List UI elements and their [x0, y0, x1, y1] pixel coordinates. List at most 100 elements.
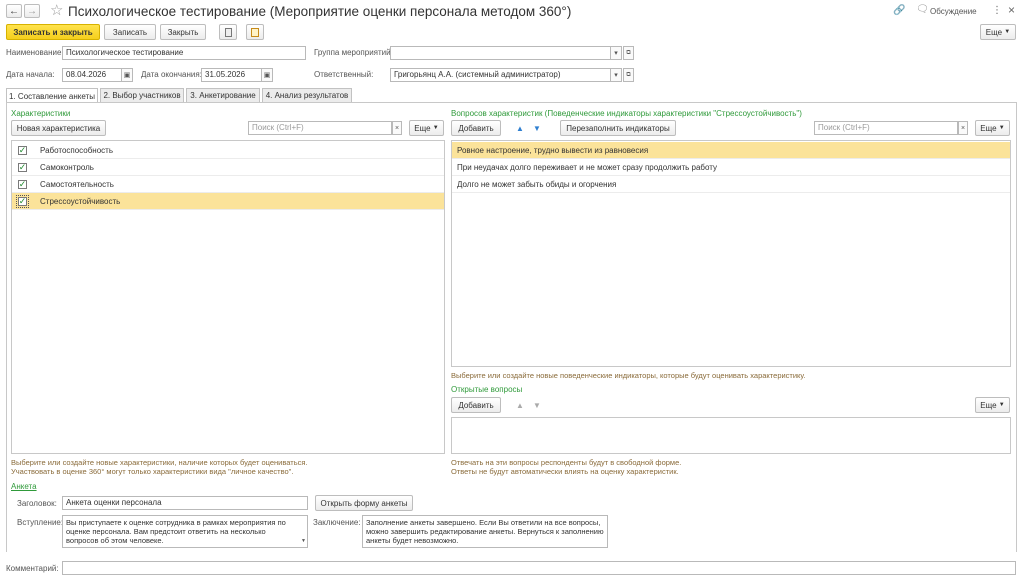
comment-label: Комментарий:	[6, 564, 59, 573]
calendar-icon: ▣	[263, 72, 271, 79]
close-window-icon[interactable]: ×	[1008, 3, 1015, 17]
chevron-down-icon: ▾	[614, 72, 618, 79]
chevron-down-icon: ▼	[432, 125, 439, 131]
list-item[interactable]: ✓ Стрессоустойчивость	[12, 193, 444, 210]
responsible-open-button[interactable]: ⧉	[623, 68, 634, 82]
end-date-field[interactable]: 31.05.2026	[201, 68, 262, 82]
checkmark-icon: ✓	[18, 178, 27, 189]
print-button[interactable]	[246, 24, 264, 40]
move-down-icon[interactable]: ▼	[531, 399, 543, 411]
indicators-list: Ровное настроение, трудно вывести из рав…	[451, 140, 1011, 367]
indicators-search-clear-button[interactable]: ×	[958, 121, 968, 135]
move-down-icon[interactable]: ▼	[531, 122, 543, 134]
group-field[interactable]	[390, 46, 611, 60]
arrow-right-icon: →	[27, 5, 37, 17]
list-item[interactable]: ✓ Самостоятельность	[12, 176, 444, 193]
document-icon	[224, 27, 232, 37]
survey-header-label: Заголовок:	[17, 499, 57, 508]
characteristics-search-input[interactable]: Поиск (Ctrl+F)	[248, 121, 392, 135]
close-button[interactable]: Закрыть	[160, 24, 206, 40]
chevron-down-icon: ▼	[1004, 29, 1011, 35]
indicators-search-input[interactable]: Поиск (Ctrl+F)	[814, 121, 958, 135]
survey-conclusion-label: Заключение:	[313, 518, 361, 527]
list-item[interactable]: ✓ Работоспособность	[12, 142, 444, 159]
more-button[interactable]: Еще ▼	[980, 24, 1016, 40]
list-item[interactable]: ✓ Самоконтроль	[12, 159, 444, 176]
indicators-hint: Выберите или создайте новые поведенчески…	[451, 371, 806, 380]
tab-compose[interactable]: 1. Составление анкеты	[6, 88, 98, 103]
checkbox[interactable]: ✓	[18, 178, 27, 189]
responsible-dropdown-button[interactable]: ▾	[611, 68, 622, 82]
list-item-label: Самоконтроль	[40, 162, 94, 172]
more-label: Еще	[980, 123, 997, 133]
chevron-down-icon: ▾	[614, 50, 618, 57]
survey-intro-field[interactable]: Вы приступаете к оценке сотрудника в рам…	[62, 515, 308, 548]
start-date-field[interactable]: 08.04.2026	[62, 68, 122, 82]
group-open-button[interactable]: ⧉	[623, 46, 634, 60]
list-item[interactable]: Ровное настроение, трудно вывести из рав…	[452, 142, 1010, 159]
refill-indicators-button[interactable]: Перезаполнить индикаторы	[560, 120, 676, 136]
characteristics-search-clear-button[interactable]: ×	[392, 121, 402, 135]
new-characteristic-button[interactable]: Новая характеристика	[11, 120, 106, 136]
responsible-label: Ответственный:	[314, 70, 374, 79]
favorite-star-icon[interactable]: ☆	[50, 1, 63, 19]
window-menu-icon[interactable]: ⋮	[992, 5, 1002, 16]
add-open-question-button[interactable]: Добавить	[451, 397, 501, 413]
survey-header-field[interactable]: Анкета оценки персонала	[62, 496, 308, 510]
move-up-icon[interactable]: ▲	[514, 399, 526, 411]
list-item-label: Долго не может забыть обиды и огорчения	[457, 179, 617, 189]
survey-title: Анкета	[11, 482, 37, 491]
link-icon[interactable]: 🔗	[893, 5, 905, 16]
forward-button[interactable]: →	[24, 4, 40, 18]
open-survey-form-button[interactable]: Открыть форму анкеты	[315, 495, 413, 511]
close-icon: ×	[394, 124, 400, 132]
checkmark-icon: ✓	[18, 195, 27, 206]
list-item-label: Самостоятельность	[40, 179, 114, 189]
save-and-close-button[interactable]: Записать и закрыть	[6, 24, 100, 40]
characteristics-hint: Участвовать в оценке 360° могут только х…	[11, 467, 294, 476]
comment-field[interactable]	[62, 561, 1016, 575]
list-item-label: Стрессоустойчивость	[40, 196, 121, 206]
checkbox[interactable]: ✓	[18, 144, 27, 155]
move-up-icon[interactable]: ▲	[514, 122, 526, 134]
name-label: Наименование:	[6, 48, 64, 57]
characteristics-hint: Выберите или создайте новые характеристи…	[11, 458, 308, 467]
name-field[interactable]: Психологическое тестирование	[62, 46, 306, 60]
tab-analysis[interactable]: 4. Анализ результатов	[262, 88, 352, 102]
checkmark-icon: ✓	[18, 161, 27, 172]
group-label: Группа мероприятий:	[314, 48, 393, 57]
characteristics-title: Характеристики	[11, 109, 71, 118]
start-date-label: Дата начала:	[6, 70, 55, 79]
report-button[interactable]	[219, 24, 237, 40]
list-item[interactable]: Долго не может забыть обиды и огорчения	[452, 176, 1010, 193]
scroll-down-icon[interactable]: ▼	[301, 538, 306, 544]
characteristics-more-button[interactable]: Еще ▼	[409, 120, 444, 136]
responsible-field[interactable]: Григорьянц А.А. (системный администратор…	[390, 68, 611, 82]
indicators-title: Вопросов характеристик (Поведенческие ин…	[451, 109, 802, 118]
checkbox[interactable]: ✓	[16, 194, 29, 208]
end-date-label: Дата окончания:	[141, 70, 202, 79]
discussion-link[interactable]: Обсуждение	[930, 7, 977, 16]
add-indicator-button[interactable]: Добавить	[451, 120, 501, 136]
tab-survey[interactable]: 3. Анкетирование	[186, 88, 260, 102]
end-date-calendar-button[interactable]: ▣	[262, 68, 273, 82]
discussion-icon[interactable]: 🗨	[916, 4, 929, 15]
more-label: Еще	[985, 27, 1003, 37]
back-button[interactable]: ←	[6, 4, 22, 18]
group-dropdown-button[interactable]: ▾	[611, 46, 622, 60]
checkmark-icon: ✓	[18, 144, 27, 155]
open-icon: ⧉	[626, 71, 631, 78]
indicators-more-button[interactable]: Еще ▼	[975, 120, 1010, 136]
save-button[interactable]: Записать	[104, 24, 156, 40]
open-questions-list[interactable]	[451, 417, 1011, 454]
close-icon: ×	[960, 124, 966, 132]
tab-participants[interactable]: 2. Выбор участников	[100, 88, 184, 102]
list-item-label: Ровное настроение, трудно вывести из рав…	[457, 145, 649, 155]
start-date-calendar-button[interactable]: ▣	[122, 68, 133, 82]
copy-icon	[251, 27, 259, 37]
page-title: Психологическое тестирование (Мероприяти…	[68, 4, 572, 19]
survey-conclusion-field[interactable]: Заполнение анкеты завершено. Если Вы отв…	[362, 515, 608, 548]
open-questions-more-button[interactable]: Еще ▼	[975, 397, 1010, 413]
list-item[interactable]: При неудачах долго переживает и не может…	[452, 159, 1010, 176]
checkbox[interactable]: ✓	[18, 161, 27, 172]
